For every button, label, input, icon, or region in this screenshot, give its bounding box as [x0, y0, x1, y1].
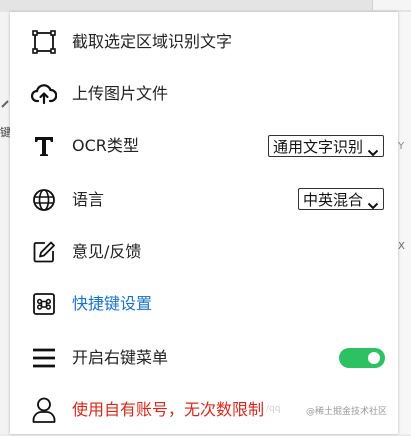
menu-item-label: 截取选定区域识别文字 — [72, 32, 233, 51]
chevron-down-icon — [367, 195, 379, 210]
menu-item-context-menu: 开启右键菜单 — [10, 332, 398, 384]
browser-toolbar-strip — [0, 0, 411, 12]
background-page-left — [0, 12, 10, 434]
link-icon — [0, 98, 10, 110]
toggle-knob — [368, 352, 380, 364]
menu-item-label: 意见/反馈 — [72, 242, 142, 261]
user-icon — [31, 397, 57, 423]
menu-item-label: OCR类型 — [72, 136, 139, 155]
background-text-fragment: 键 — [0, 126, 10, 139]
watermark: @稀土掘金技术社区 — [306, 407, 388, 417]
edit-feedback-icon — [31, 239, 57, 265]
menu-item-upload-image[interactable]: 上传图片文件 — [10, 68, 398, 120]
menu-item-label: 语言 — [72, 190, 105, 209]
menu-item-ocr-type: OCR类型 通用文字识别 — [10, 120, 398, 172]
text-t-icon — [31, 133, 57, 159]
language-selected-value: 中英混合 — [302, 191, 363, 209]
menu-item-label: 开启右键菜单 — [72, 348, 169, 367]
background-text-fragment-right: X — [398, 241, 405, 252]
menu-item-label: 快捷键设置 — [72, 294, 153, 313]
language-select[interactable]: 中英混合 — [297, 188, 384, 210]
background-page-right — [398, 12, 411, 434]
ocr-type-select[interactable]: 通用文字识别 — [267, 135, 384, 157]
chevron-down-icon — [367, 142, 379, 157]
browser-tab-fragment — [372, 0, 411, 10]
crop-selection-icon — [31, 29, 57, 55]
menu-item-language: 语言 中英混合 — [10, 174, 398, 226]
ocr-type-selected-value: 通用文字识别 — [272, 138, 363, 156]
ocr-extension-popup: 截取选定区域识别文字 上传图片文件 OCR类型 通用文字识别 语言 中英混合 意… — [10, 12, 398, 434]
cloud-upload-icon — [31, 81, 57, 107]
globe-icon — [31, 187, 57, 213]
hamburger-menu-icon — [31, 345, 57, 371]
context-menu-toggle[interactable] — [339, 348, 385, 368]
command-key-icon — [31, 291, 57, 317]
menu-item-feedback[interactable]: 意见/反馈 — [10, 226, 398, 278]
background-text-fragment-right-2: Y — [398, 141, 405, 152]
menu-item-shortcut-settings[interactable]: 快捷键设置 — [10, 278, 398, 330]
menu-item-label: 上传图片文件 — [72, 84, 169, 103]
watermark-faint: /qq — [266, 404, 281, 414]
menu-item-capture-region[interactable]: 截取选定区域识别文字 — [10, 16, 398, 68]
menu-item-label: 使用自有账号，无次数限制 — [72, 400, 265, 419]
